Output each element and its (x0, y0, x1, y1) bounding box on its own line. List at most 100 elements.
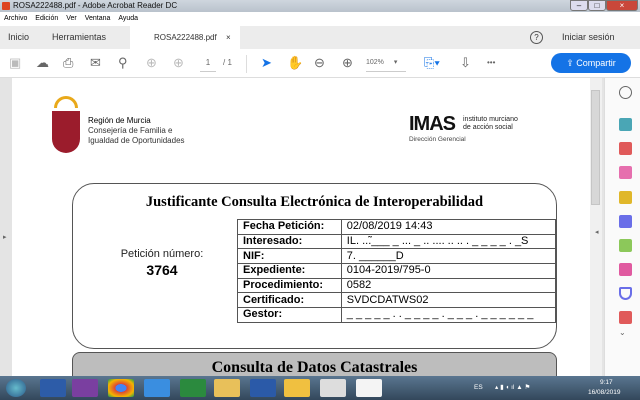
protect-shield-icon[interactable] (619, 287, 632, 300)
catastro-title: Consulta de Datos Catastrales (211, 359, 418, 376)
taskbar: ES ▴ ▮ ◖ ıl ▲ ⚑ 9:17 16/08/2019 (0, 376, 640, 400)
zoom-select[interactable]: 102% ▾ (366, 55, 406, 72)
tab-close-icon[interactable]: × (226, 26, 231, 49)
outlook-icon[interactable] (284, 379, 310, 397)
justificante-title: Justificante Consulta Electrónica de Int… (145, 194, 484, 210)
row-label: Procedimiento: (237, 277, 342, 294)
collapse-left-icon[interactable]: ▸ (3, 233, 7, 241)
export-pdf-icon[interactable] (619, 118, 632, 131)
chrome-icon[interactable] (108, 379, 134, 397)
imas-logo-text: IMAS (409, 113, 456, 135)
tray-icons[interactable]: ▴ ▮ ◖ ıl ▲ ⚑ (495, 383, 530, 391)
row-value: 7. ______D (340, 248, 557, 265)
org1-line2: Consejería de Familia e (88, 126, 173, 135)
org1-text: Región de Murcia Consejería de Familia e… (88, 116, 185, 146)
row-value: 0104-2019/795-0 (340, 263, 557, 279)
document-app-icon[interactable] (356, 379, 382, 397)
share-button[interactable]: ⇪ Compartir (551, 53, 631, 73)
menu-ayuda[interactable]: Ayuda (118, 15, 138, 22)
table-row: Fecha Petición: 02/08/2019 14:43 (237, 219, 557, 235)
scroll-mode-icon[interactable]: ⇩ (460, 55, 471, 71)
close-window-button[interactable]: × (606, 0, 638, 11)
page-number-input[interactable]: 1 (200, 55, 216, 72)
right-tools-panel: ◂ ⌄ (595, 78, 640, 376)
chevron-down-icon[interactable]: ⌄ (619, 328, 626, 337)
peticion-number: 3764 (146, 262, 178, 278)
minimize-button[interactable]: – (570, 0, 588, 11)
create-pdf-icon[interactable] (619, 142, 632, 155)
save-icon[interactable]: ▣ (9, 55, 21, 71)
divider (246, 55, 247, 73)
row-value: 02/08/2019 14:43 (340, 219, 557, 235)
row-value: SVDCDATWS02 (340, 292, 557, 309)
next-page-icon[interactable]: ⊕ (173, 55, 184, 71)
tab-herramientas[interactable]: Herramientas (52, 26, 106, 49)
print-icon[interactable]: ⎙ (63, 55, 73, 71)
search-tools-icon[interactable] (619, 86, 632, 99)
share-label: Compartir (576, 58, 616, 68)
start-button[interactable] (6, 379, 26, 397)
java-icon[interactable] (320, 379, 346, 397)
menu-ventana[interactable]: Ventana (85, 15, 111, 22)
tab-document[interactable]: ROSA222488.pdf × (130, 26, 240, 49)
search-zoom-icon[interactable]: ⚲ (118, 55, 128, 71)
onenote-icon[interactable] (72, 379, 98, 397)
tab-document-label: ROSA222488.pdf (154, 33, 217, 42)
signin-button[interactable]: Iniciar sesión (562, 26, 615, 49)
language-indicator[interactable]: ES (474, 384, 483, 391)
explorer-icon[interactable] (214, 379, 240, 397)
excel-icon[interactable] (180, 379, 206, 397)
email-icon[interactable]: ✉ (90, 55, 101, 71)
zoom-value: 102% (366, 59, 384, 66)
help-icon[interactable]: ? (530, 31, 543, 44)
org2-line3: Dirección Gerencial (409, 136, 466, 143)
hand-tool-icon[interactable]: ✋ (287, 55, 303, 71)
prev-page-icon[interactable]: ⊕ (146, 55, 157, 71)
tab-inicio[interactable]: Inicio (8, 26, 29, 49)
table-row: Expediente: 0104-2019/795-0 (237, 263, 557, 279)
menu-archivo[interactable]: Archivo (4, 15, 27, 22)
table-row: Certificado: SVDCDATWS02 (237, 292, 557, 309)
menu-ver[interactable]: Ver (66, 15, 77, 22)
window-title: ROSA222488.pdf - Adobe Acrobat Reader DC (13, 1, 178, 10)
comment-icon[interactable] (619, 191, 632, 204)
maximize-button[interactable]: □ (588, 0, 606, 11)
fit-page-icon[interactable]: ⎘▾ (424, 55, 440, 71)
select-cursor-icon[interactable]: ➤ (261, 55, 272, 71)
combine-files-icon[interactable] (619, 215, 632, 228)
fill-sign-icon[interactable] (619, 263, 632, 276)
menu-bar: Archivo Edición Ver Ventana Ayuda (0, 12, 640, 26)
row-value: _ _ _ _ _ . . _ _ _ _ . _ _ _ . _ _ _ _ … (340, 307, 557, 323)
table-row: Procedimiento: 0582 (237, 277, 557, 294)
org1-line3: Igualdad de Oportunidades (88, 136, 185, 145)
details-table: Fecha Petición: 02/08/2019 14:43 Interesa… (237, 219, 557, 323)
pdf-file-icon[interactable] (619, 311, 632, 324)
justificante-box: Justificante Consulta Electrónica de Int… (72, 183, 557, 349)
table-row: Gestor: _ _ _ _ _ . . _ _ _ _ . _ _ _ . _… (237, 307, 557, 323)
murcia-shield-logo (52, 111, 80, 153)
row-value: 0582 (340, 277, 557, 294)
clock-date[interactable]: 16/08/2019 (588, 389, 621, 396)
organize-pages-icon[interactable] (619, 239, 632, 252)
ie-icon[interactable] (144, 379, 170, 397)
word-icon[interactable] (40, 379, 66, 397)
zoom-out-icon[interactable]: ⊖ (314, 55, 325, 71)
collapse-right-icon[interactable]: ◂ (595, 228, 599, 236)
acrobat-icon (2, 2, 10, 10)
toolbar: ▣ ☁ ⎙ ✉ ⚲ ⊕ ⊕ 1 / 1 ➤ ✋ ⊖ ⊕ 102% ▾ ⎘▾ ⇩ … (0, 49, 640, 78)
title-bar: ROSA222488.pdf - Adobe Acrobat Reader DC… (0, 0, 640, 12)
edit-pdf-icon[interactable] (619, 166, 632, 179)
more-tools-icon[interactable]: ••• (487, 55, 495, 71)
zoom-in-icon[interactable]: ⊕ (342, 55, 353, 71)
network-icon[interactable] (250, 379, 276, 397)
page-total: / 1 (223, 58, 232, 67)
menu-edicion[interactable]: Edición (35, 15, 58, 22)
scrollbar-thumb[interactable] (591, 90, 600, 205)
table-row: Interesado: IL. ..̃.___ _ ... _ .. .... .… (237, 233, 557, 250)
row-label: Certificado: (237, 292, 342, 309)
upload-cloud-icon[interactable]: ☁ (36, 55, 49, 71)
row-label: Fecha Petición: (237, 219, 342, 235)
org1-line1: Región de Murcia (88, 116, 151, 125)
table-row: NIF: 7. ______D (237, 248, 557, 265)
clock-time[interactable]: 9:17 (600, 379, 613, 386)
